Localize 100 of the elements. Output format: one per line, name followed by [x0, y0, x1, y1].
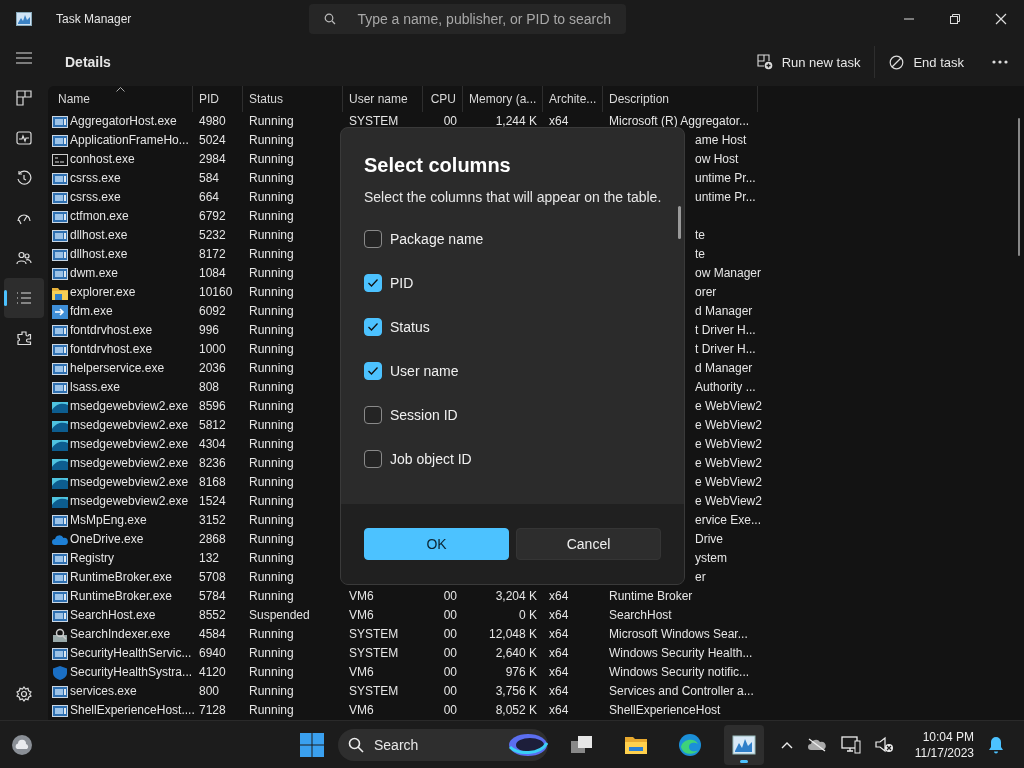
- settings-icon: [16, 686, 32, 702]
- table-cell: SearchHost: [609, 608, 672, 622]
- column-header[interactable]: Description: [603, 86, 758, 112]
- checkbox[interactable]: [364, 362, 382, 380]
- column-header[interactable]: Memory (a...: [463, 86, 543, 112]
- task-manager-button[interactable]: [724, 724, 764, 765]
- table-cell: 5024: [199, 133, 226, 147]
- table-cell-text: Registry: [70, 550, 114, 567]
- checkbox-label[interactable]: Package name: [390, 231, 484, 247]
- checkbox[interactable]: [364, 318, 382, 336]
- close-icon: [995, 13, 1007, 25]
- table-cell-text: d Manager: [695, 303, 753, 320]
- table-cell: Suspended: [249, 608, 310, 622]
- table-cell-text: te: [695, 227, 705, 244]
- table-cell: x64: [549, 703, 569, 717]
- table-cell: ShellExperienceHost: [609, 703, 721, 717]
- checkbox-label[interactable]: Session ID: [390, 407, 458, 423]
- app-logo-icon: [16, 12, 32, 26]
- column-header[interactable]: Name: [48, 86, 193, 112]
- column-header[interactable]: CPU: [423, 86, 463, 112]
- table-cell: 8,052 K: [495, 703, 537, 717]
- table-cell: 5812: [199, 418, 226, 432]
- table-cell: Running: [249, 399, 294, 413]
- table-cell: 808: [199, 380, 220, 394]
- column-header[interactable]: User name: [343, 86, 423, 112]
- table-cell-text: SearchHost.exe: [70, 607, 156, 624]
- muted-speaker-icon[interactable]: [874, 735, 895, 754]
- clock-time[interactable]: 10:04 PM: [922, 728, 974, 745]
- table-cell: 800: [199, 684, 220, 698]
- table-cell: Running: [249, 513, 294, 527]
- table-cell: SYSTEM: [349, 114, 399, 128]
- scrollbar[interactable]: [1018, 118, 1020, 256]
- checkbox[interactable]: [364, 406, 382, 424]
- checkbox-label[interactable]: PID: [390, 275, 414, 291]
- app-window-icon: [52, 684, 68, 699]
- checkbox[interactable]: [364, 274, 382, 292]
- table-cell: 3152: [199, 513, 226, 527]
- clock-date[interactable]: 11/17/2023: [914, 744, 974, 761]
- table-cell: 6940: [199, 646, 226, 660]
- app-window-icon: [52, 342, 68, 357]
- weather-icon[interactable]: [11, 733, 33, 756]
- app-window-icon: [52, 589, 68, 604]
- table-cell: 5784: [199, 589, 226, 603]
- column-header[interactable]: Archite...: [543, 86, 603, 112]
- swirl-icon[interactable]: [508, 732, 548, 757]
- checkbox[interactable]: [364, 230, 382, 248]
- table-cell: SYSTEM: [349, 646, 399, 660]
- table-cell: Running: [249, 494, 294, 508]
- column-header[interactable]: Status: [243, 86, 343, 112]
- ok-button[interactable]: OK: [364, 528, 509, 560]
- end-task-button[interactable]: End task: [879, 46, 974, 78]
- table-cell: 976 K: [505, 665, 537, 679]
- table-cell: x64: [549, 608, 569, 622]
- search-icon: [324, 13, 337, 25]
- magnifier-icon: [52, 627, 68, 642]
- table-cell-text: ow Manager: [695, 265, 762, 282]
- cloud-icon: [52, 532, 68, 547]
- table-cell: 8596: [199, 399, 226, 413]
- table-cell: Microsoft (R) Aggregator...: [609, 114, 750, 128]
- table-cell: Running: [249, 703, 294, 717]
- table-cell: VM6: [349, 703, 374, 717]
- checkbox[interactable]: [364, 450, 382, 468]
- app-window-icon: [52, 266, 68, 281]
- app-window-icon: [52, 228, 68, 243]
- table-cell: 4304: [199, 437, 226, 451]
- table-cell: Running: [249, 570, 294, 584]
- table-cell: 2,640 K: [495, 646, 537, 660]
- checkbox-label[interactable]: Status: [390, 319, 430, 335]
- run-new-task-button[interactable]: Run new task: [746, 46, 871, 78]
- search-field[interactable]: Type a name, publisher, or PID to search: [309, 4, 627, 34]
- network-icon[interactable]: [840, 735, 861, 754]
- taskbar-search-button[interactable]: Search: [338, 728, 548, 761]
- table-cell: 00: [443, 627, 457, 641]
- chevron-up-icon[interactable]: [780, 740, 793, 749]
- table-cell: Running: [249, 437, 294, 451]
- checkbox-label[interactable]: Job object ID: [390, 451, 472, 467]
- table-cell: Microsoft Windows Sear...: [609, 627, 748, 641]
- cancel-button[interactable]: Cancel: [516, 528, 661, 560]
- bell-icon[interactable]: [988, 735, 1004, 754]
- start-button[interactable]: [300, 732, 324, 757]
- cloud-off-icon[interactable]: [806, 737, 827, 752]
- table-cell: SYSTEM: [349, 627, 399, 641]
- table-cell-text: SearchIndexer.exe: [70, 626, 171, 643]
- table-cell: 00: [443, 608, 457, 622]
- scrollbar-thumb[interactable]: [678, 206, 681, 239]
- table-cell: 00: [443, 684, 457, 698]
- table-cell: Running: [249, 152, 294, 166]
- table-cell-text: ctfmon.exe: [70, 208, 129, 225]
- table-cell: 584: [199, 171, 220, 185]
- table-cell: 00: [443, 703, 457, 717]
- checkbox-label[interactable]: User name: [390, 363, 459, 379]
- sidebar-item[interactable]: [4, 278, 44, 318]
- table-cell-text: msedgewebview2.exe: [70, 417, 189, 434]
- table-cell: Running: [249, 665, 294, 679]
- table-cell-text: lsass.exe: [70, 379, 121, 396]
- table-cell: Running: [249, 684, 294, 698]
- table-cell: Running: [249, 646, 294, 660]
- folder-icon: [52, 285, 68, 300]
- column-header[interactable]: PID: [193, 86, 243, 112]
- table-cell: 5232: [199, 228, 226, 242]
